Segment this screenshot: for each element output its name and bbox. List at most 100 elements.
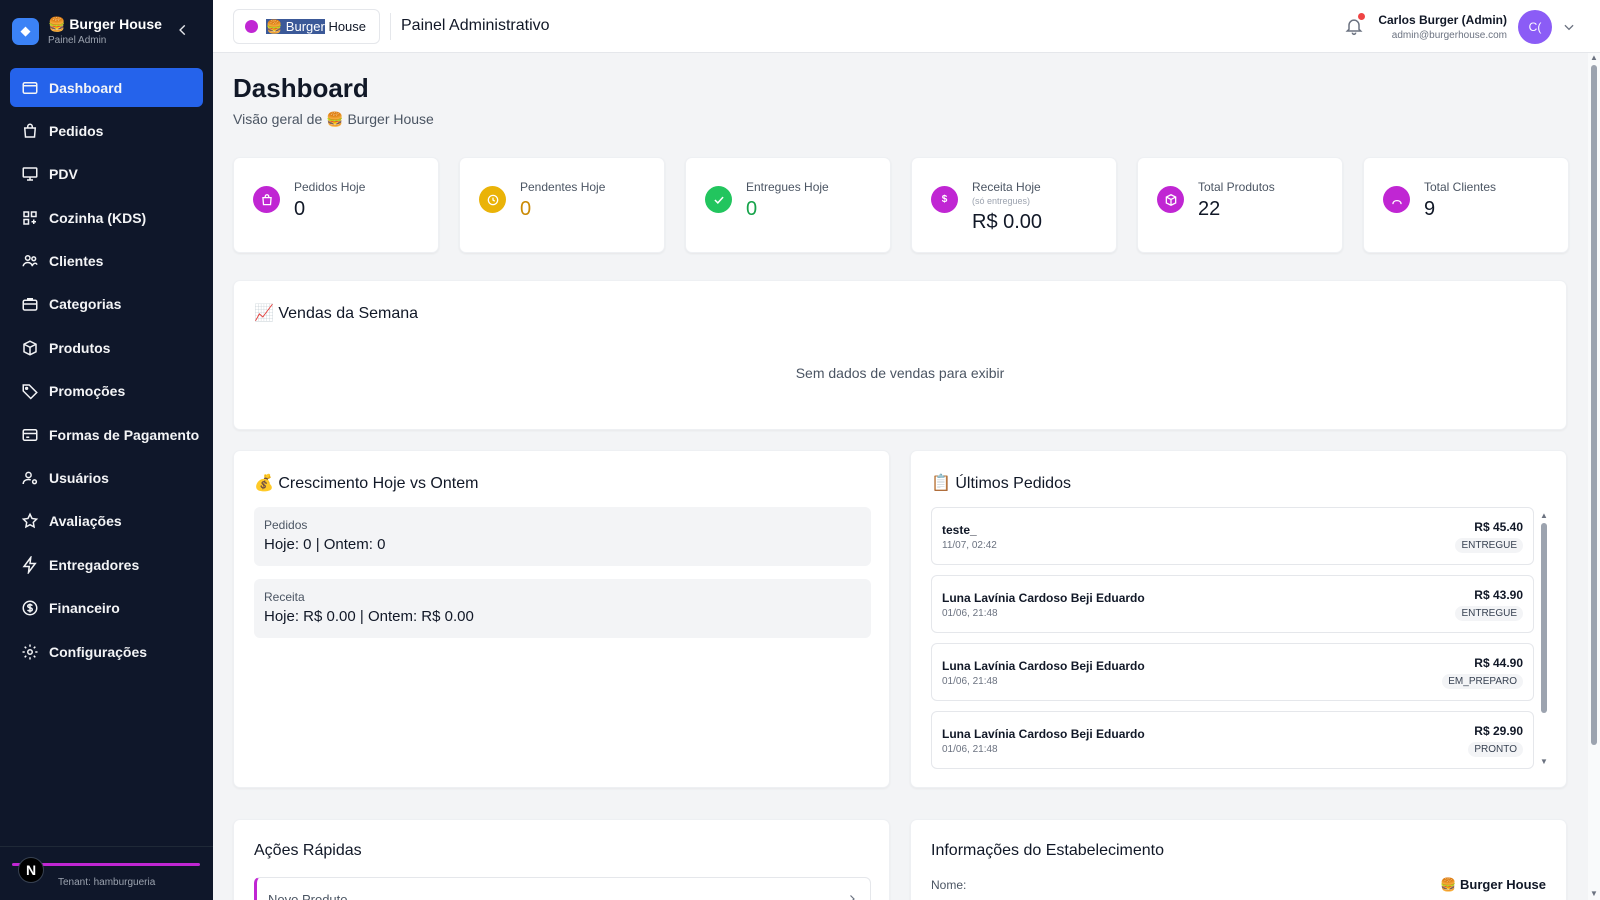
stat-value: 0 — [746, 198, 758, 220]
order-customer: Luna Lavínia Cardoso Beji Eduardo — [942, 659, 1145, 673]
info-label: Nome: — [931, 878, 967, 892]
box-icon — [1157, 186, 1184, 213]
user-email: admin@burgerhouse.com — [1391, 30, 1507, 41]
check-icon — [705, 186, 732, 213]
sidebar-nav: Dashboard Pedidos PDV Cozinha (KDS) Clie… — [0, 62, 213, 681]
card-title: 💰 Crescimento Hoje vs Ontem — [254, 475, 479, 492]
order-customer: Luna Lavínia Cardoso Beji Eduardo — [942, 591, 1145, 605]
recent-orders-card: 📋 Últimos Pedidos teste_ 11/07, 02:42 R$… — [910, 450, 1567, 788]
sidebar-item-label: Categorias — [49, 296, 122, 313]
sidebar-item-financeiro[interactable]: Financeiro — [10, 589, 203, 628]
scroll-down-icon[interactable]: ▼ — [1540, 757, 1548, 766]
stat-card-total-produtos: Total Produtos 22 — [1137, 157, 1343, 253]
sidebar-item-label: Configurações — [49, 643, 148, 660]
sidebar-item-usuarios[interactable]: Usuários — [10, 459, 203, 498]
grid-icon — [23, 210, 37, 225]
stat-label: Total Produtos — [1198, 180, 1275, 194]
order-item[interactable]: teste_ 11/07, 02:42 R$ 45.40 ENTREGUE — [931, 507, 1534, 565]
scrollbar-thumb[interactable] — [1591, 65, 1597, 745]
sidebar-item-label: Entregadores — [49, 556, 140, 573]
users-icon — [22, 255, 38, 267]
page-subtitle: Visão geral de 🍔 Burger House — [233, 111, 434, 127]
sidebar-item-avaliacoes[interactable]: Avaliações — [10, 502, 203, 541]
stat-card-pendentes-hoje: Pendentes Hoje 0 — [459, 157, 665, 253]
sidebar-item-formas-pagamento[interactable]: Formas de Pagamento — [10, 415, 203, 454]
sidebar-item-label: PDV — [49, 166, 78, 183]
collapse-sidebar-icon[interactable] — [173, 20, 193, 40]
chevron-down-icon[interactable] — [1562, 20, 1576, 34]
framework-logo-icon[interactable]: N — [18, 857, 44, 883]
growth-value: Hoje: R$ 0.00 | Ontem: R$ 0.00 — [264, 608, 474, 625]
order-time: 01/06, 21:48 — [942, 676, 998, 687]
stat-value: R$ 0.00 — [972, 211, 1043, 233]
order-price: R$ 29.90 — [1474, 724, 1523, 738]
sidebar-item-entregadores[interactable]: Entregadores — [10, 545, 203, 584]
brand-color-dot — [245, 20, 258, 33]
establishment-name-rest: House — [324, 18, 367, 34]
sidebar-item-configuracoes[interactable]: Configurações — [10, 632, 203, 671]
scroll-up-icon[interactable]: ▲ — [1590, 53, 1598, 62]
sidebar-item-clientes[interactable]: Clientes — [10, 242, 203, 281]
tag-icon — [22, 384, 38, 400]
scroll-up-icon[interactable]: ▲ — [1540, 511, 1548, 520]
scroll-down-icon[interactable]: ▼ — [1590, 889, 1598, 898]
order-item[interactable]: Luna Lavínia Cardoso Beji Eduardo 01/06,… — [931, 643, 1534, 701]
stat-label: Pendentes Hoje — [520, 180, 606, 194]
sidebar-brand-name: 🍔 Burger House — [48, 16, 162, 32]
sidebar-item-promocoes[interactable]: Promoções — [10, 372, 203, 411]
stat-value: 0 — [520, 198, 532, 220]
shopping-bag-icon — [23, 123, 37, 138]
scrollbar-thumb[interactable] — [1541, 523, 1547, 713]
box-icon — [23, 340, 37, 356]
quick-action-label: Novo Produto — [268, 892, 348, 900]
stat-card-pedidos-hoje: Pedidos Hoje 0 — [233, 157, 439, 253]
growth-card: 💰 Crescimento Hoje vs Ontem Pedidos Hoje… — [233, 450, 890, 788]
monitor-icon — [22, 167, 38, 182]
sidebar-item-dashboard[interactable]: Dashboard — [10, 68, 203, 107]
header-title: Painel Administrativo — [401, 17, 550, 34]
sidebar-item-label: Financeiro — [49, 600, 120, 617]
dollar-icon — [22, 600, 38, 616]
page-title: Dashboard — [233, 73, 369, 103]
avatar[interactable]: C( — [1518, 10, 1552, 44]
main-content: Dashboard Visão geral de 🍔 Burger House … — [213, 53, 1586, 900]
sidebar-item-cozinha[interactable]: Cozinha (KDS) — [10, 198, 203, 237]
establishment-info-card: Informações do Estabelecimento Nome: 🍔 B… — [910, 819, 1567, 900]
sidebar-item-label: Usuários — [49, 470, 109, 487]
dollar-icon: $ — [931, 186, 958, 213]
shopping-bag-icon — [253, 186, 280, 213]
sidebar-item-pdv[interactable]: PDV — [10, 155, 203, 194]
stat-card-total-clientes: Total Clientes 9 — [1363, 157, 1569, 253]
order-item[interactable]: Luna Lavínia Cardoso Beji Eduardo 01/06,… — [931, 575, 1534, 633]
sidebar-item-produtos[interactable]: Produtos — [10, 328, 203, 367]
sidebar-item-label: Dashboard — [49, 79, 123, 96]
page-scrollbar[interactable]: ▲ ▼ — [1588, 53, 1600, 900]
card-title: Informações do Estabelecimento — [931, 842, 1165, 859]
bolt-icon — [22, 555, 37, 574]
users-icon — [1383, 186, 1410, 213]
order-item[interactable]: Luna Lavínia Cardoso Beji Eduardo 01/06,… — [931, 711, 1534, 769]
order-time: 11/07, 02:42 — [942, 540, 997, 551]
status-badge: ENTREGUE — [1455, 538, 1523, 553]
orders-scrollbar[interactable]: ▲ ▼ — [1540, 509, 1548, 769]
stat-label: Total Clientes — [1424, 180, 1497, 194]
establishment-selector[interactable]: 🍔 Burger House — [233, 9, 380, 44]
new-product-button[interactable]: Novo Produto — [254, 877, 871, 900]
star-icon — [21, 512, 39, 529]
sidebar-item-label: Pedidos — [49, 122, 104, 139]
top-header: 🍔 Burger House Painel Administrativo Car… — [213, 0, 1600, 53]
status-badge: ENTREGUE — [1455, 606, 1523, 621]
order-price: R$ 43.90 — [1474, 588, 1523, 602]
stat-card-entregues-hoje: Entregues Hoje 0 — [685, 157, 891, 253]
folder-icon — [22, 81, 38, 94]
order-price: R$ 45.40 — [1474, 520, 1523, 534]
info-value: 🍔 Burger House — [1440, 877, 1546, 892]
sidebar-item-pedidos[interactable]: Pedidos — [10, 111, 203, 150]
stat-value: 9 — [1424, 198, 1436, 220]
card-title: 📈 Vendas da Semana — [254, 305, 419, 322]
user-name: Carlos Burger (Admin) — [1378, 13, 1507, 27]
sidebar-item-categorias[interactable]: Categorias — [10, 285, 203, 324]
stat-label: Receita Hoje — [972, 180, 1041, 194]
tenant-label: Tenant: hamburgueria — [58, 877, 156, 888]
card-title: 📋 Últimos Pedidos — [931, 475, 1071, 492]
